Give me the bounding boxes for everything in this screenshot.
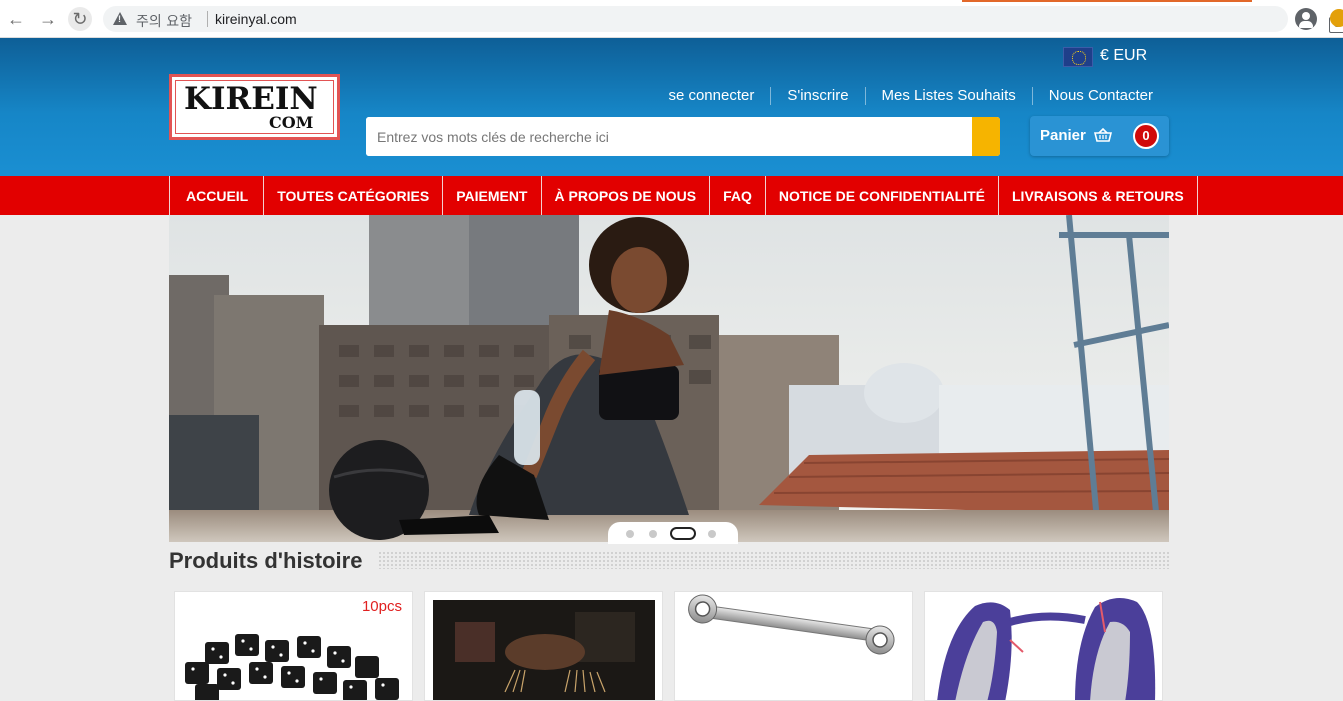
hero-slide[interactable]	[169, 215, 1169, 542]
logo-suffix: COM	[269, 113, 314, 132]
product-image-dice	[185, 634, 399, 700]
slide-dot-3-active[interactable]	[670, 527, 696, 540]
forward-arrow-icon[interactable]: →	[36, 7, 60, 31]
search-bar	[366, 117, 1000, 156]
section-title: Produits d'histoire	[169, 548, 363, 573]
contact-link[interactable]: Nous Contacter	[1031, 87, 1153, 105]
cart-label: Panier	[1040, 127, 1086, 144]
nav-item-all-categories[interactable]: TOUTES CATÉGORIES	[264, 176, 444, 215]
register-link[interactable]: S'inscrire	[770, 87, 864, 105]
nav-item-home[interactable]: ACCUEIL	[170, 176, 265, 215]
slide-dot-1[interactable]	[626, 530, 634, 538]
product-image-wrench	[688, 594, 895, 655]
account-links: se connecter S'inscrire Mes Listes Souha…	[652, 87, 1153, 105]
warning-icon[interactable]	[113, 12, 127, 25]
security-status-label[interactable]: 주의 요함	[136, 11, 192, 31]
basket-icon	[1094, 128, 1112, 142]
hero-image	[169, 215, 1169, 542]
url-text[interactable]: kireinyal.com	[215, 11, 297, 27]
address-bar[interactable]: 주의 요함 kireinyal.com G ☆	[103, 6, 1343, 33]
login-link[interactable]: se connecter	[652, 87, 770, 105]
product-image-bamboo	[433, 600, 655, 700]
product-card[interactable]: 10pcs	[174, 591, 413, 701]
browser-toolbar: ← → ↻ 주의 요함 kireinyal.com G ☆	[0, 0, 1343, 38]
nav-item-payment[interactable]: PAIEMENT	[443, 176, 542, 215]
cart-count-badge: 0	[1133, 123, 1159, 149]
nav-item-shipping-returns[interactable]: LIVRAISONS & RETOURS	[999, 176, 1198, 215]
search-button[interactable]	[972, 117, 1000, 156]
currency-label: € EUR	[1100, 47, 1148, 64]
product-card[interactable]	[424, 591, 663, 701]
back-arrow-icon[interactable]: ←	[4, 7, 28, 31]
product-card[interactable]	[924, 591, 1163, 701]
wishlist-link[interactable]: Mes Listes Souhaits	[864, 87, 1032, 105]
cart-button[interactable]: Panier 0	[1030, 116, 1169, 156]
slider-pagination	[608, 522, 738, 544]
nav-item-faq[interactable]: FAQ	[710, 176, 766, 215]
profile-avatar-icon[interactable]	[1295, 8, 1317, 30]
main-navigation: ACCUEIL TOUTES CATÉGORIES PAIEMENT À PRO…	[0, 176, 1343, 215]
slide-dot-4[interactable]	[708, 530, 716, 538]
update-alert-icon[interactable]	[1330, 9, 1343, 27]
tab-strip-accent	[962, 0, 1252, 2]
reload-icon[interactable]: ↻	[68, 7, 92, 31]
eu-flag-icon	[1063, 47, 1093, 67]
nav-menu: ACCUEIL TOUTES CATÉGORIES PAIEMENT À PRO…	[169, 176, 1198, 215]
product-card[interactable]	[674, 591, 913, 701]
logo-wordmark: KIREIN	[184, 81, 318, 117]
url-divider	[207, 11, 208, 27]
site-logo[interactable]: KIREIN COM	[169, 74, 340, 140]
nav-item-privacy[interactable]: NOTICE DE CONFIDENTIALITÉ	[766, 176, 999, 215]
section-divider	[378, 551, 1169, 569]
search-input[interactable]	[366, 117, 972, 156]
site-header: € EUR KIREIN COM se connecter S'inscrire…	[0, 38, 1343, 176]
product-image-backpack	[937, 598, 1156, 700]
nav-item-about[interactable]: À PROPOS DE NOUS	[542, 176, 711, 215]
slide-dot-2[interactable]	[649, 530, 657, 538]
